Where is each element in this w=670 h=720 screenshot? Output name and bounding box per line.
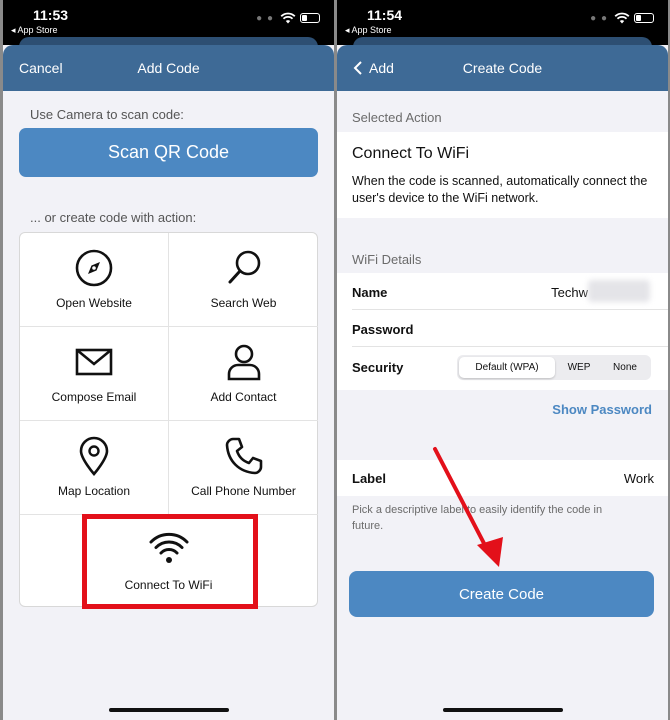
- status-time: 11:53: [33, 7, 69, 23]
- action-add-contact[interactable]: Add Contact: [169, 327, 318, 421]
- action-title: Connect To WiFi: [352, 145, 470, 162]
- action-label: Search Web: [210, 296, 277, 310]
- security-label: Security: [352, 360, 404, 375]
- back-to-app-store[interactable]: ◂ App Store: [345, 25, 392, 36]
- security-option-wep[interactable]: WEP: [555, 357, 603, 378]
- home-indicator: [108, 708, 229, 712]
- compass-icon: [20, 247, 168, 289]
- action-open-website[interactable]: Open Website: [20, 233, 169, 327]
- create-code-button[interactable]: Create Code: [349, 571, 654, 617]
- signal-dots-icon: ● ●: [256, 13, 274, 24]
- action-search-web[interactable]: Search Web: [169, 233, 318, 327]
- back-to-app-store[interactable]: ◂ App Store: [11, 25, 58, 36]
- password-label: Password: [352, 322, 414, 337]
- magnifier-icon: [169, 247, 318, 289]
- nav-title: Create Code: [462, 60, 543, 76]
- right-screen: 11:54 ◂ App Store ● ● Add Create Code Se…: [337, 0, 668, 720]
- red-arrow-annotation: [433, 447, 503, 567]
- signal-dots-icon: ● ●: [590, 13, 608, 24]
- scan-qr-button[interactable]: Scan QR Code: [19, 128, 318, 177]
- wifi-status-icon: [614, 11, 630, 29]
- nav-bar: Add Create Code: [337, 45, 668, 91]
- nav-bar: Cancel Add Code: [3, 45, 334, 91]
- left-screen: 11:53 ◂ App Store ● ● Cancel Add Code Us…: [3, 0, 334, 720]
- action-compose-email[interactable]: Compose Email: [20, 327, 169, 421]
- home-indicator: [442, 708, 563, 712]
- divider: [352, 309, 668, 310]
- battery-icon: [634, 13, 654, 23]
- map-pin-icon: [20, 435, 168, 477]
- nav-title: Add Code: [137, 60, 200, 76]
- security-option-none[interactable]: None: [603, 357, 647, 378]
- wifi-details-header: WiFi Details: [352, 252, 422, 267]
- camera-label: Use Camera to scan code:: [30, 107, 184, 122]
- action-label: Add Contact: [210, 390, 277, 404]
- name-label: Name: [352, 285, 388, 300]
- show-password-button[interactable]: Show Password: [552, 402, 652, 417]
- battery-icon: [300, 13, 320, 23]
- highlight-box: [82, 514, 258, 609]
- person-icon: [169, 341, 318, 383]
- action-label: Compose Email: [51, 390, 137, 404]
- status-time: 11:54: [367, 7, 403, 23]
- wifi-status-icon: [280, 11, 296, 29]
- action-label: Open Website: [56, 296, 132, 310]
- action-map-location[interactable]: Map Location: [20, 421, 169, 515]
- security-segmented-control: Default (WPA) WEP None: [457, 355, 651, 380]
- action-call-phone[interactable]: Call Phone Number: [169, 421, 318, 515]
- phone-icon: [169, 435, 318, 477]
- label-label: Label: [352, 471, 386, 486]
- name-blurred-text: [588, 280, 650, 302]
- selected-action-header: Selected Action: [352, 110, 442, 125]
- action-label: Map Location: [57, 484, 131, 498]
- selected-action-card: Connect To WiFi When the code is scanned…: [337, 132, 668, 218]
- label-field[interactable]: Work: [624, 471, 654, 486]
- divider: [352, 346, 668, 347]
- action-label: Call Phone Number: [191, 484, 296, 498]
- security-option-wpa[interactable]: Default (WPA): [459, 357, 555, 378]
- action-description: When the code is scanned, automatically …: [352, 174, 648, 205]
- name-field[interactable]: Techw: [551, 285, 588, 300]
- envelope-icon: [20, 341, 168, 383]
- create-label: ... or create code with action:: [30, 210, 197, 225]
